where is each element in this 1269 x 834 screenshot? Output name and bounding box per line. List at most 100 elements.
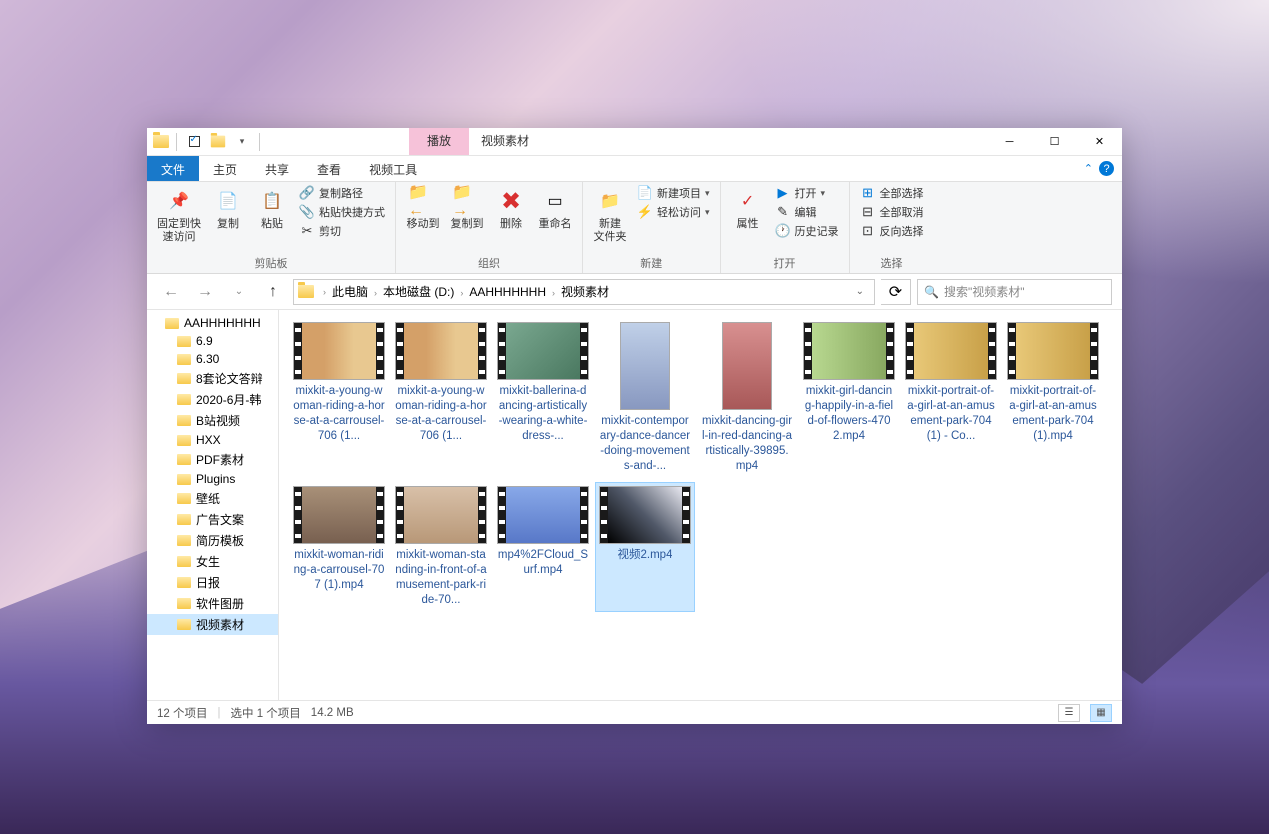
file-name: mixkit-woman-standing-in-front-of-amusem…: [395, 548, 487, 608]
file-grid: mixkit-a-young-woman-riding-a-horse-at-a…: [279, 310, 1122, 700]
breadcrumb-item[interactable]: 本地磁盘 (D:): [380, 285, 457, 299]
file-item[interactable]: mp4%2FCloud_Surf.mp4: [493, 482, 593, 612]
file-item[interactable]: mixkit-girl-dancing-happily-in-a-field-o…: [799, 318, 899, 478]
details-view-button[interactable]: ☰: [1058, 704, 1080, 722]
history-button[interactable]: 🕐历史记录: [771, 222, 843, 240]
paste-button[interactable]: 📋 粘贴: [251, 184, 293, 233]
qat-customize[interactable]: ▾: [232, 132, 252, 152]
new-item-button[interactable]: 📄新建项目 ▾: [633, 184, 714, 202]
easy-access-icon: ⚡: [637, 204, 653, 220]
properties-button[interactable]: ✓ 属性: [727, 184, 769, 233]
tree-item[interactable]: B站视频: [147, 410, 278, 431]
back-button[interactable]: ←: [157, 278, 185, 306]
new-folder-button[interactable]: 📁 新建 文件夹: [589, 184, 631, 246]
tree-item[interactable]: PDF素材: [147, 449, 278, 470]
folder-icon: [177, 435, 191, 446]
tree-item[interactable]: 日报: [147, 572, 278, 593]
video-thumbnail: [599, 486, 691, 544]
tab-file[interactable]: 文件: [147, 156, 199, 181]
file-item[interactable]: mixkit-a-young-woman-riding-a-horse-at-a…: [289, 318, 389, 478]
file-item[interactable]: mixkit-dancing-girl-in-red-dancing-artis…: [697, 318, 797, 478]
contextual-tab-play[interactable]: 播放: [409, 128, 469, 155]
file-item[interactable]: mixkit-woman-standing-in-front-of-amusem…: [391, 482, 491, 612]
thumbnail-view-button[interactable]: ▦: [1090, 704, 1112, 722]
tree-label: 6.30: [196, 352, 219, 366]
search-input[interactable]: 🔍 搜索"视频素材": [917, 279, 1112, 305]
tree-item[interactable]: 软件图册: [147, 593, 278, 614]
tree-item[interactable]: HXX: [147, 431, 278, 449]
select-all-button[interactable]: ⊞全部选择: [856, 184, 928, 202]
tree-item[interactable]: 8套论文答辩: [147, 368, 278, 389]
invert-selection-button[interactable]: ⊡反向选择: [856, 222, 928, 240]
invert-icon: ⊡: [860, 223, 876, 239]
pin-icon: 📌: [164, 186, 194, 216]
open-button[interactable]: ▶打开 ▾: [771, 184, 843, 202]
close-button[interactable]: ✕: [1077, 128, 1122, 155]
easy-access-button[interactable]: ⚡轻松访问 ▾: [633, 203, 714, 221]
delete-button[interactable]: ✖ 删除: [490, 184, 532, 233]
tree-item[interactable]: 6.30: [147, 350, 278, 368]
folder-icon: [177, 556, 191, 567]
copy-to-button[interactable]: 📁→ 复制到: [446, 184, 488, 233]
file-name: mixkit-contemporary-dance-dancer-doing-m…: [599, 414, 691, 474]
tab-video-tools[interactable]: 视频工具: [355, 156, 431, 181]
forward-button[interactable]: →: [191, 278, 219, 306]
tree-label: 软件图册: [196, 595, 244, 612]
video-thumbnail: [293, 322, 385, 380]
addressbar: ← → ⌄ ↑ › 此电脑›本地磁盘 (D:)›AAHHHHHHH›视频素材 ⌄…: [147, 274, 1122, 310]
copy-path-button[interactable]: 🔗复制路径: [295, 184, 389, 202]
qat-new-folder[interactable]: [208, 132, 228, 152]
tree-item[interactable]: 6.9: [147, 332, 278, 350]
window-title: 视频素材: [469, 128, 541, 155]
video-thumbnail: [905, 322, 997, 380]
ribbon-collapse-icon[interactable]: ⌃: [1084, 162, 1093, 175]
edit-button[interactable]: ✎编辑: [771, 203, 843, 221]
qat-properties[interactable]: [184, 132, 204, 152]
tab-view[interactable]: 查看: [303, 156, 355, 181]
file-item[interactable]: mixkit-ballerina-dancing-artistically-we…: [493, 318, 593, 478]
file-name: mixkit-ballerina-dancing-artistically-we…: [497, 384, 589, 444]
tree-item[interactable]: 2020-6月-韩: [147, 389, 278, 410]
recent-dropdown[interactable]: ⌄: [225, 278, 253, 306]
tree-label: 壁纸: [196, 490, 220, 507]
copy-button[interactable]: 📄 复制: [207, 184, 249, 233]
tree-item[interactable]: AAHHHHHHH: [147, 314, 278, 332]
refresh-button[interactable]: ⟳: [881, 279, 911, 305]
address-box[interactable]: › 此电脑›本地磁盘 (D:)›AAHHHHHHH›视频素材 ⌄: [293, 279, 875, 305]
rename-button[interactable]: ▭ 重命名: [534, 184, 576, 233]
select-none-icon: ⊟: [860, 204, 876, 220]
tree-label: 视频素材: [196, 616, 244, 633]
address-dropdown[interactable]: ⌄: [850, 286, 870, 297]
maximize-button[interactable]: ☐: [1032, 128, 1077, 155]
file-item[interactable]: 视频2.mp4: [595, 482, 695, 612]
tree-item[interactable]: 女生: [147, 551, 278, 572]
file-item[interactable]: mixkit-contemporary-dance-dancer-doing-m…: [595, 318, 695, 478]
tree-label: 6.9: [196, 334, 213, 348]
pin-quick-access-button[interactable]: 📌 固定到快 速访问: [153, 184, 205, 246]
breadcrumb-item[interactable]: AAHHHHHHH: [466, 285, 549, 299]
breadcrumb-item[interactable]: 此电脑: [329, 285, 371, 299]
help-icon[interactable]: ?: [1099, 161, 1114, 176]
tab-share[interactable]: 共享: [251, 156, 303, 181]
tree-item[interactable]: 壁纸: [147, 488, 278, 509]
select-none-button[interactable]: ⊟全部取消: [856, 203, 928, 221]
tree-item[interactable]: 简历模板: [147, 530, 278, 551]
file-item[interactable]: mixkit-woman-riding-a-carrousel-707 (1).…: [289, 482, 389, 612]
cut-button[interactable]: ✂剪切: [295, 222, 389, 240]
file-name: mixkit-girl-dancing-happily-in-a-field-o…: [803, 384, 895, 444]
tree-item[interactable]: Plugins: [147, 470, 278, 488]
up-button[interactable]: ↑: [259, 278, 287, 306]
tree-item[interactable]: 视频素材: [147, 614, 278, 635]
file-item[interactable]: mixkit-a-young-woman-riding-a-horse-at-a…: [391, 318, 491, 478]
video-thumbnail: [620, 322, 670, 410]
breadcrumb-item[interactable]: 视频素材: [558, 285, 612, 299]
tree-item[interactable]: 广告文案: [147, 509, 278, 530]
file-name: mixkit-woman-riding-a-carrousel-707 (1).…: [293, 548, 385, 593]
minimize-button[interactable]: ─: [987, 128, 1032, 155]
tab-home[interactable]: 主页: [199, 156, 251, 181]
paste-shortcut-button[interactable]: 📎粘贴快捷方式: [295, 203, 389, 221]
folder-icon: [177, 619, 191, 630]
file-item[interactable]: mixkit-portrait-of-a-girl-at-an-amusemen…: [901, 318, 1001, 478]
file-item[interactable]: mixkit-portrait-of-a-girl-at-an-amusemen…: [1003, 318, 1103, 478]
move-to-button[interactable]: 📁← 移动到: [402, 184, 444, 233]
